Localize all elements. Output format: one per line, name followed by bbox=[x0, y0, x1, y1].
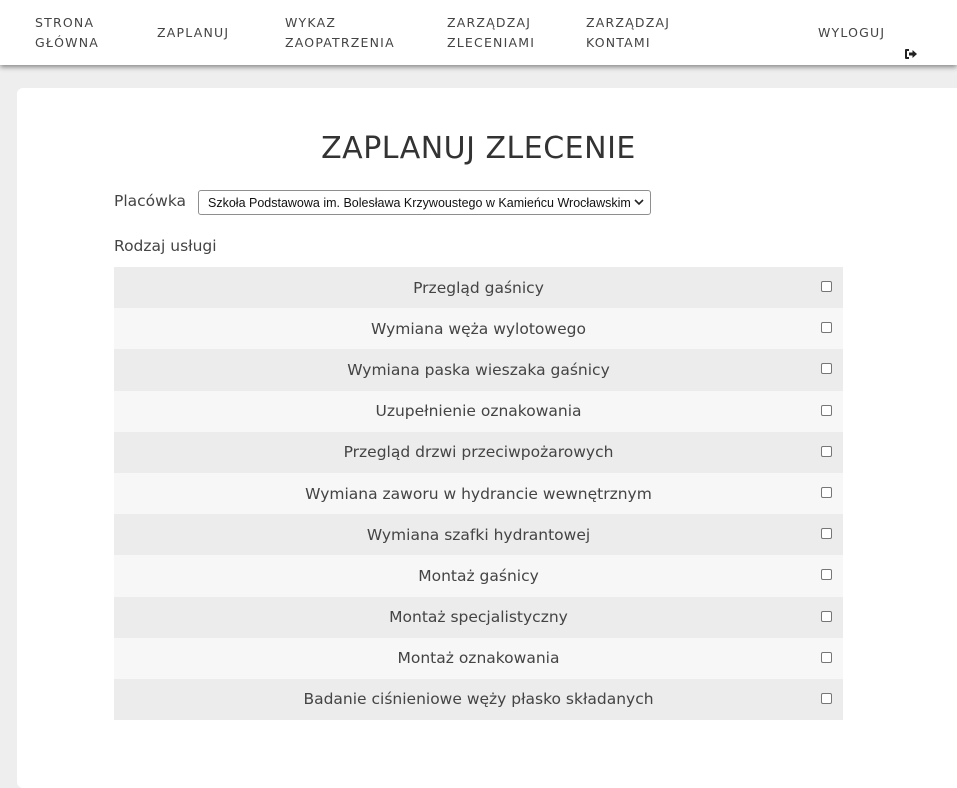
service-checkbox[interactable] bbox=[821, 486, 832, 498]
service-name: Uzupełnienie oznakowania bbox=[375, 402, 582, 421]
service-checkbox[interactable] bbox=[821, 445, 832, 457]
service-name: Wymiana paska wieszaka gaśnicy bbox=[347, 360, 610, 379]
service-name: Montaż specjalistyczny bbox=[389, 608, 568, 627]
nav-manage-orders-link[interactable]: ZARZĄDZAJ ZLECENIAMI bbox=[447, 0, 535, 65]
service-checkbox[interactable] bbox=[821, 404, 832, 416]
service-row: Przegląd drzwi przeciwpożarowych bbox=[114, 431, 843, 473]
service-name: Montaż oznakowania bbox=[397, 649, 560, 668]
top-navbar: STRONA GŁÓWNA ZAPLANUJ WYKAZ ZAOPATRZENI… bbox=[0, 0, 957, 65]
nav-home-link[interactable]: STRONA GŁÓWNA bbox=[35, 0, 99, 65]
service-name: Przegląd drzwi przeciwpożarowych bbox=[343, 443, 614, 462]
service-checkbox[interactable] bbox=[821, 651, 832, 663]
facility-label: Placówka bbox=[114, 192, 187, 210]
service-row: Montaż specjalistyczny bbox=[114, 596, 843, 638]
service-checkbox[interactable] bbox=[821, 569, 832, 581]
service-row: Wymiana paska wieszaka gaśnicy bbox=[114, 349, 843, 391]
service-name: Badanie ciśnieniowe węży płasko składany… bbox=[303, 690, 654, 709]
page-title: ZAPLANUJ ZLECENIE bbox=[321, 131, 636, 166]
nav-supply-list-link[interactable]: WYKAZ ZAOPATRZENIA bbox=[285, 0, 395, 65]
service-row: Uzupełnienie oznakowania bbox=[114, 390, 843, 432]
service-checkbox[interactable] bbox=[821, 610, 832, 622]
facility-select-value: Szkoła Podstawowa im. Bolesława Krzywous… bbox=[208, 195, 630, 210]
sign-out-icon bbox=[904, 26, 918, 59]
service-row: Badanie ciśnieniowe węży płasko składany… bbox=[114, 678, 843, 721]
service-name: Wymiana zaworu w hydrancie wewnętrznym bbox=[305, 484, 652, 503]
service-checkbox[interactable] bbox=[821, 528, 832, 540]
service-row: Wymiana węża wylotowego bbox=[114, 308, 843, 350]
service-name: Wymiana szafki hydrantowej bbox=[366, 525, 591, 544]
service-checkbox[interactable] bbox=[821, 363, 832, 375]
chevron-down-icon bbox=[634, 199, 644, 206]
nav-manage-accounts-link[interactable]: ZARZĄDZAJ KONTAMI bbox=[586, 0, 670, 65]
service-checkbox[interactable] bbox=[821, 322, 832, 334]
service-type-label: Rodzaj usługi bbox=[114, 237, 217, 255]
service-name: Przegląd gaśnicy bbox=[413, 278, 544, 297]
service-row: Przegląd gaśnicy bbox=[114, 267, 843, 309]
service-name: Wymiana węża wylotowego bbox=[371, 319, 586, 338]
service-checkbox[interactable] bbox=[821, 281, 832, 292]
nav-plan-link[interactable]: ZAPLANUJ bbox=[157, 0, 229, 65]
service-name: Montaż gaśnicy bbox=[418, 566, 539, 585]
service-row: Wymiana szafki hydrantowej bbox=[114, 514, 843, 556]
service-row: Montaż oznakowania bbox=[114, 637, 843, 679]
logout-label: WYLOGUJ bbox=[818, 24, 886, 40]
service-list: Przegląd gaśnicy Wymiana węża wylotowego W… bbox=[114, 267, 843, 721]
facility-select[interactable]: Szkoła Podstawowa im. Bolesława Krzywous… bbox=[198, 190, 651, 215]
service-row: Montaż gaśnicy bbox=[114, 555, 843, 597]
service-row: Wymiana zaworu w hydrancie wewnętrznym bbox=[114, 472, 843, 515]
service-checkbox[interactable] bbox=[821, 692, 832, 704]
logout-link[interactable]: WYLOGUJ bbox=[818, 0, 918, 65]
